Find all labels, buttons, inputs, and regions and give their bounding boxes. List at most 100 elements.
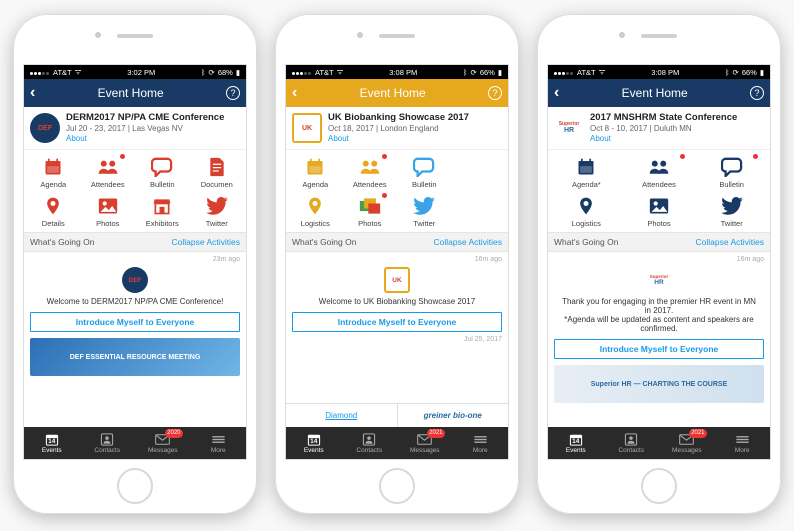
home-button[interactable] (641, 468, 677, 504)
notification-dot-icon (680, 154, 685, 159)
collapse-activities-link[interactable]: Collapse Activities (171, 237, 240, 247)
tab-messages[interactable]: Messages 2021 (659, 427, 715, 459)
tab-events[interactable]: 14 Events (548, 427, 604, 459)
wifi-icon: ᯤ (75, 67, 82, 77)
introduce-myself-button[interactable]: Introduce Myself to Everyone (292, 312, 502, 332)
grid-item-twitter[interactable]: Twitter (190, 193, 245, 230)
chat-icon (151, 156, 173, 178)
back-button[interactable]: ‹ (30, 84, 35, 102)
nav-header: ‹ Event Home ? (286, 79, 508, 107)
sponsor-logo[interactable]: greiner bio-one (398, 404, 509, 427)
tab-label: More (735, 447, 750, 454)
sponsor-tier-label[interactable]: Diamond (286, 404, 398, 427)
header-title: Event Home (622, 86, 688, 100)
grid-item-photos[interactable]: Photos (343, 193, 398, 230)
feed-banner[interactable]: DEF ESSENTIAL RESOURCE MEETING (30, 338, 240, 376)
event-about-link[interactable]: About (590, 134, 737, 143)
grid-item-label: Logistics (572, 219, 601, 228)
grid-item-details[interactable]: Details (26, 193, 81, 230)
event-summary[interactable]: DEF DERM2017 NP/PA CME Conference Jul 20… (24, 107, 246, 150)
grid-item-label: Agenda (302, 180, 328, 189)
event-summary[interactable]: UK UK Biobanking Showcase 2017 Oct 18, 2… (286, 107, 508, 150)
grid-item-label: Bulletin (150, 180, 175, 189)
grid-item-label: Documen (201, 180, 233, 189)
event-about-link[interactable]: About (66, 134, 224, 143)
tab-label: More (211, 447, 226, 454)
tab-bar: 14 Events Contacts Messages 2020 More (24, 427, 246, 459)
tab-label: Messages (672, 447, 702, 454)
home-button[interactable] (117, 468, 153, 504)
tab-label: More (473, 447, 488, 454)
grid-item-attendees[interactable]: Attendees (623, 154, 696, 191)
grid-item-bulletin[interactable]: Bulletin (397, 154, 452, 191)
tab-contacts[interactable]: Contacts (342, 427, 398, 459)
grid-item-bulletin[interactable]: Bulletin (695, 154, 768, 191)
sponsor-strip[interactable]: Diamond greiner bio-one (286, 403, 508, 427)
tab-events[interactable]: 14 Events (286, 427, 342, 459)
calendar-icon (304, 156, 326, 178)
notification-dot-icon (120, 154, 125, 159)
grid-item-label: Logistics (301, 219, 330, 228)
section-title: What's Going On (30, 237, 94, 247)
back-button[interactable]: ‹ (554, 84, 559, 102)
grid-item-bulletin[interactable]: Bulletin (135, 154, 190, 191)
event-about-link[interactable]: About (328, 134, 469, 143)
grid-item-label: Attendees (91, 180, 125, 189)
collapse-activities-link[interactable]: Collapse Activities (433, 237, 502, 247)
grid-item-logistics[interactable]: Logistics (288, 193, 343, 230)
tab-badge: 2020 (165, 429, 182, 438)
grid-item-label: Details (42, 219, 65, 228)
help-button[interactable]: ? (226, 86, 240, 100)
event-title: DERM2017 NP/PA CME Conference (66, 113, 224, 123)
tab-more[interactable]: More (191, 427, 247, 459)
activity-section-header: What's Going On Collapse Activities (24, 232, 246, 252)
grid-item-agenda[interactable]: Agenda (288, 154, 343, 191)
nav-header: ‹ Event Home ? (548, 79, 770, 107)
tab-contacts[interactable]: Contacts (604, 427, 660, 459)
grid-item-label: Attendees (642, 180, 676, 189)
photo-icon (648, 195, 670, 217)
introduce-myself-button[interactable]: Introduce Myself to Everyone (30, 312, 240, 332)
activity-section-header: What's Going On Collapse Activities (286, 232, 508, 252)
grid-item-twitter[interactable]: Twitter (695, 193, 768, 230)
tab-contacts[interactable]: Contacts (80, 427, 136, 459)
back-button[interactable]: ‹ (292, 84, 297, 102)
grid-item-documen[interactable]: Documen (190, 154, 245, 191)
introduce-myself-button[interactable]: Introduce Myself to Everyone (554, 339, 764, 359)
post-time: Jul 25, 2017 (464, 336, 502, 343)
people-icon (359, 156, 381, 178)
feed-banner[interactable]: Superior HR — CHARTING THE COURSE (554, 365, 764, 403)
grid-item-photos[interactable]: Photos (81, 193, 136, 230)
photo-icon (359, 195, 381, 217)
help-button[interactable]: ? (488, 86, 502, 100)
more-icon (735, 433, 750, 446)
event-summary[interactable]: SuperiorHR 2017 MNSHRM State Conference … (548, 107, 770, 150)
grid-item-photos[interactable]: Photos (623, 193, 696, 230)
grid-item-agenda[interactable]: Agenda (26, 154, 81, 191)
tab-messages[interactable]: Messages 2021 (397, 427, 453, 459)
tab-events[interactable]: 14 Events (24, 427, 80, 459)
event-subtitle: Oct 8 - 10, 2017 | Duluth MN (590, 124, 737, 133)
grid-item-agenda[interactable]: Agenda* (550, 154, 623, 191)
grid-item-exhibitors[interactable]: Exhibitors (135, 193, 190, 230)
help-button[interactable]: ? (750, 86, 764, 100)
grid-item-attendees[interactable]: Attendees (343, 154, 398, 191)
photo-icon (97, 195, 119, 217)
grid-item-twitter[interactable]: Twitter (397, 193, 452, 230)
doc-icon (206, 156, 228, 178)
grid-item-label: Agenda (40, 180, 66, 189)
tab-more[interactable]: More (715, 427, 771, 459)
phone-0: AT&T ᯤ 3:02 PM ᛒ ⟳ 68% ▮ ‹ Event Home ? … (13, 14, 257, 514)
tab-more[interactable]: More (453, 427, 509, 459)
tab-label: Contacts (618, 447, 644, 454)
grid-item-label: Photos (96, 219, 119, 228)
home-button[interactable] (379, 468, 415, 504)
tab-messages[interactable]: Messages 2020 (135, 427, 191, 459)
feed-message: Thank you for engaging in the premier HR… (554, 297, 764, 333)
grid-item-logistics[interactable]: Logistics (550, 193, 623, 230)
nav-header: ‹ Event Home ? (24, 79, 246, 107)
collapse-activities-link[interactable]: Collapse Activities (695, 237, 764, 247)
calendar-icon (42, 156, 64, 178)
grid-item-attendees[interactable]: Attendees (81, 154, 136, 191)
feed-logo: UK (384, 267, 410, 293)
